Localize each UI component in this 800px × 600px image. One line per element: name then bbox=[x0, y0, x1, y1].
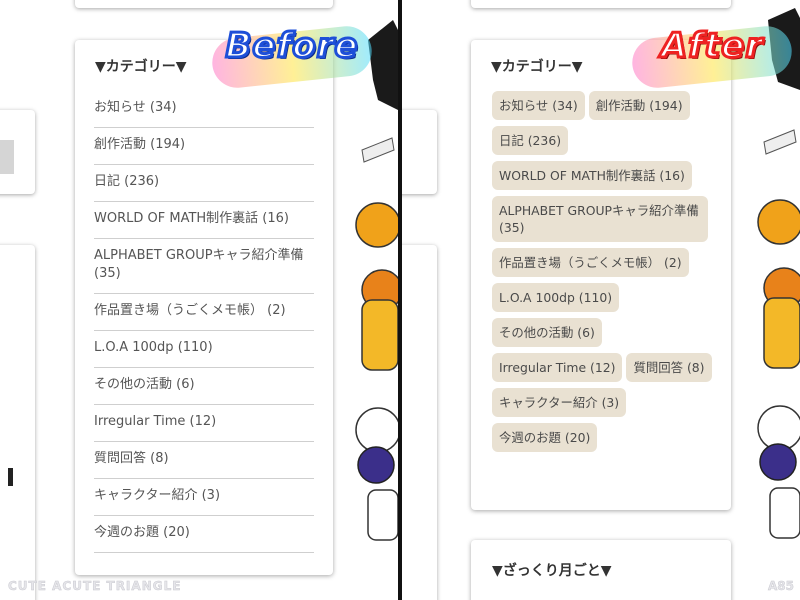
category-widget: ▼カテゴリー▼ お知らせ (34) 創作活動 (194) 日記 (236) WO… bbox=[75, 40, 333, 575]
category-tag[interactable]: その他の活動 (6) bbox=[492, 318, 602, 347]
category-tag-cloud: お知らせ (34) 創作活動 (194) 日記 (236) WORLD OF M… bbox=[492, 91, 717, 452]
category-link[interactable]: 日記 (236) bbox=[94, 165, 314, 202]
left-widget-card bbox=[402, 245, 437, 600]
after-badge: After bbox=[629, 23, 795, 91]
category-link[interactable]: お知らせ (34) bbox=[94, 91, 314, 128]
category-tag[interactable]: 質問回答 (8) bbox=[626, 353, 712, 382]
monthly-archive-widget: ▼ざっくり月ごと▼ bbox=[471, 540, 731, 600]
category-link[interactable]: L.O.A 100dp (110) bbox=[94, 331, 314, 368]
category-tag[interactable]: お知らせ (34) bbox=[492, 91, 585, 120]
watermark-text: CUTE ACUTE TRIANGLE bbox=[8, 579, 182, 594]
previous-widget-card bbox=[471, 0, 731, 8]
category-link[interactable]: キャラクター紹介 (3) bbox=[94, 479, 314, 516]
category-tag[interactable]: 今週のお題 (20) bbox=[492, 423, 598, 452]
monthly-archive-title: ▼ざっくり月ごと▼ bbox=[492, 563, 612, 579]
category-link[interactable]: Irregular Time (12) bbox=[94, 405, 314, 442]
category-title: ▼カテゴリー▼ bbox=[95, 59, 187, 75]
left-widget-card bbox=[402, 110, 437, 194]
category-link[interactable]: WORLD OF MATH制作裏話 (16) bbox=[94, 202, 314, 239]
after-panel: ▼カテゴリー▼ お知らせ (34) 創作活動 (194) 日記 (236) WO… bbox=[402, 0, 800, 600]
category-link[interactable]: ALPHABET GROUPキャラ紹介準備 (35) bbox=[94, 239, 314, 294]
left-widget-strip bbox=[0, 140, 14, 174]
category-tag[interactable]: 作品置き場（うごくメモ帳） (2) bbox=[492, 248, 689, 277]
corner-signature: A85 bbox=[768, 579, 795, 594]
before-badge-label: Before bbox=[224, 25, 359, 68]
character-illustration bbox=[750, 0, 800, 600]
category-title: ▼カテゴリー▼ bbox=[491, 59, 583, 75]
category-link[interactable]: その他の活動 (6) bbox=[94, 368, 314, 405]
category-tag[interactable]: Irregular Time (12) bbox=[492, 353, 623, 382]
character-illustration bbox=[348, 0, 398, 600]
left-mark bbox=[8, 468, 13, 486]
previous-widget-card bbox=[75, 0, 333, 8]
category-tag[interactable]: 創作活動 (194) bbox=[588, 91, 690, 120]
before-badge: Before bbox=[209, 23, 375, 91]
category-link[interactable]: 今週のお題 (20) bbox=[94, 516, 314, 553]
category-list: お知らせ (34) 創作活動 (194) 日記 (236) WORLD OF M… bbox=[94, 91, 314, 553]
category-tag[interactable]: WORLD OF MATH制作裏話 (16) bbox=[492, 161, 692, 190]
category-widget: ▼カテゴリー▼ お知らせ (34) 創作活動 (194) 日記 (236) WO… bbox=[471, 40, 731, 510]
category-tag[interactable]: ALPHABET GROUPキャラ紹介準備 (35) bbox=[492, 196, 708, 242]
category-link[interactable]: 作品置き場（うごくメモ帳） (2) bbox=[94, 294, 314, 331]
after-badge-label: After bbox=[659, 25, 764, 68]
category-tag[interactable]: キャラクター紹介 (3) bbox=[492, 388, 627, 417]
category-link[interactable]: 創作活動 (194) bbox=[94, 128, 314, 165]
category-link[interactable]: 質問回答 (8) bbox=[94, 442, 314, 479]
category-tag[interactable]: L.O.A 100dp (110) bbox=[492, 283, 620, 312]
left-widget-card bbox=[0, 245, 35, 600]
before-panel: ▼カテゴリー▼ お知らせ (34) 創作活動 (194) 日記 (236) WO… bbox=[0, 0, 398, 600]
category-tag[interactable]: 日記 (236) bbox=[492, 126, 569, 155]
